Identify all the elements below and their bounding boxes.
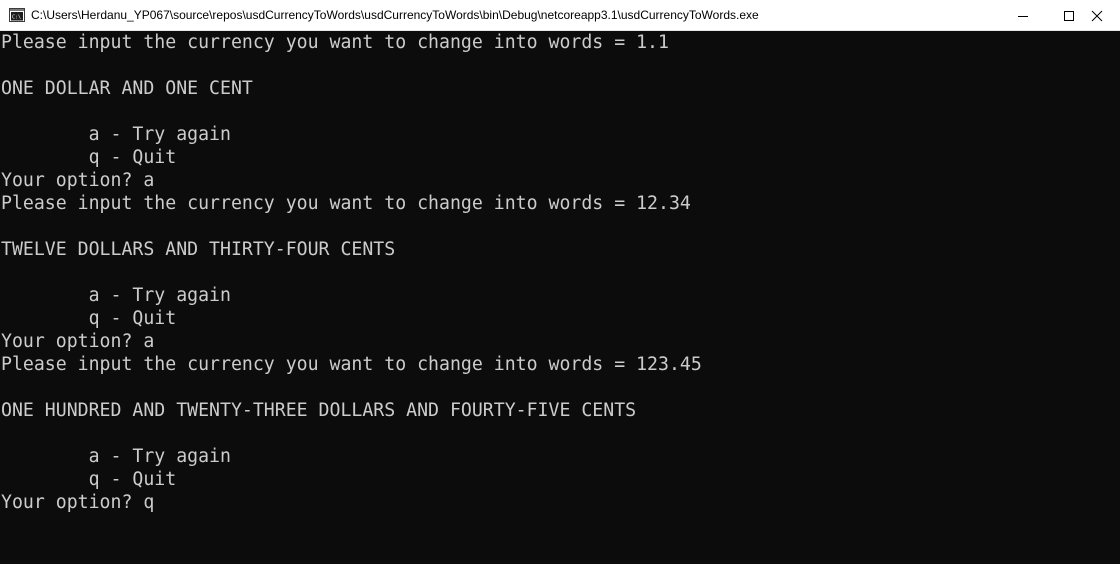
console-line: a - Try again bbox=[1, 285, 231, 306]
console-line: TWELVE DOLLARS AND THIRTY-FOUR CENTS bbox=[1, 239, 396, 260]
console-window: C:\ C:\Users\Herdanu_YP067\source\repos\… bbox=[0, 0, 1120, 564]
svg-text:C:\: C:\ bbox=[12, 15, 21, 21]
console-line: Your option? a bbox=[1, 170, 155, 191]
minimize-icon bbox=[1018, 15, 1028, 17]
console-line: a - Try again bbox=[1, 124, 231, 145]
close-button[interactable] bbox=[1074, 0, 1120, 31]
title-bar[interactable]: C:\ C:\Users\Herdanu_YP067\source\repos\… bbox=[0, 0, 1120, 31]
window-title: C:\Users\Herdanu_YP067\source\repos\usdC… bbox=[31, 8, 759, 22]
console-line: Your option? q bbox=[1, 492, 155, 513]
console-line: q - Quit bbox=[1, 147, 177, 168]
console-line: q - Quit bbox=[1, 308, 177, 329]
console-line: a - Try again bbox=[1, 446, 231, 467]
console-line: Please input the currency you want to ch… bbox=[1, 193, 691, 214]
console-line: q - Quit bbox=[1, 469, 177, 490]
minimize-button[interactable] bbox=[1000, 0, 1046, 31]
console-line: ONE HUNDRED AND TWENTY-THREE DOLLARS AND… bbox=[1, 400, 637, 421]
console-app-icon: C:\ bbox=[9, 8, 25, 22]
close-icon bbox=[1091, 10, 1103, 21]
console-output[interactable]: Please input the currency you want to ch… bbox=[0, 31, 1120, 564]
console-line: Please input the currency you want to ch… bbox=[1, 354, 702, 375]
console-line: ONE DOLLAR AND ONE CENT bbox=[1, 78, 253, 99]
console-line: Please input the currency you want to ch… bbox=[1, 32, 669, 53]
console-line: Your option? a bbox=[1, 331, 155, 352]
